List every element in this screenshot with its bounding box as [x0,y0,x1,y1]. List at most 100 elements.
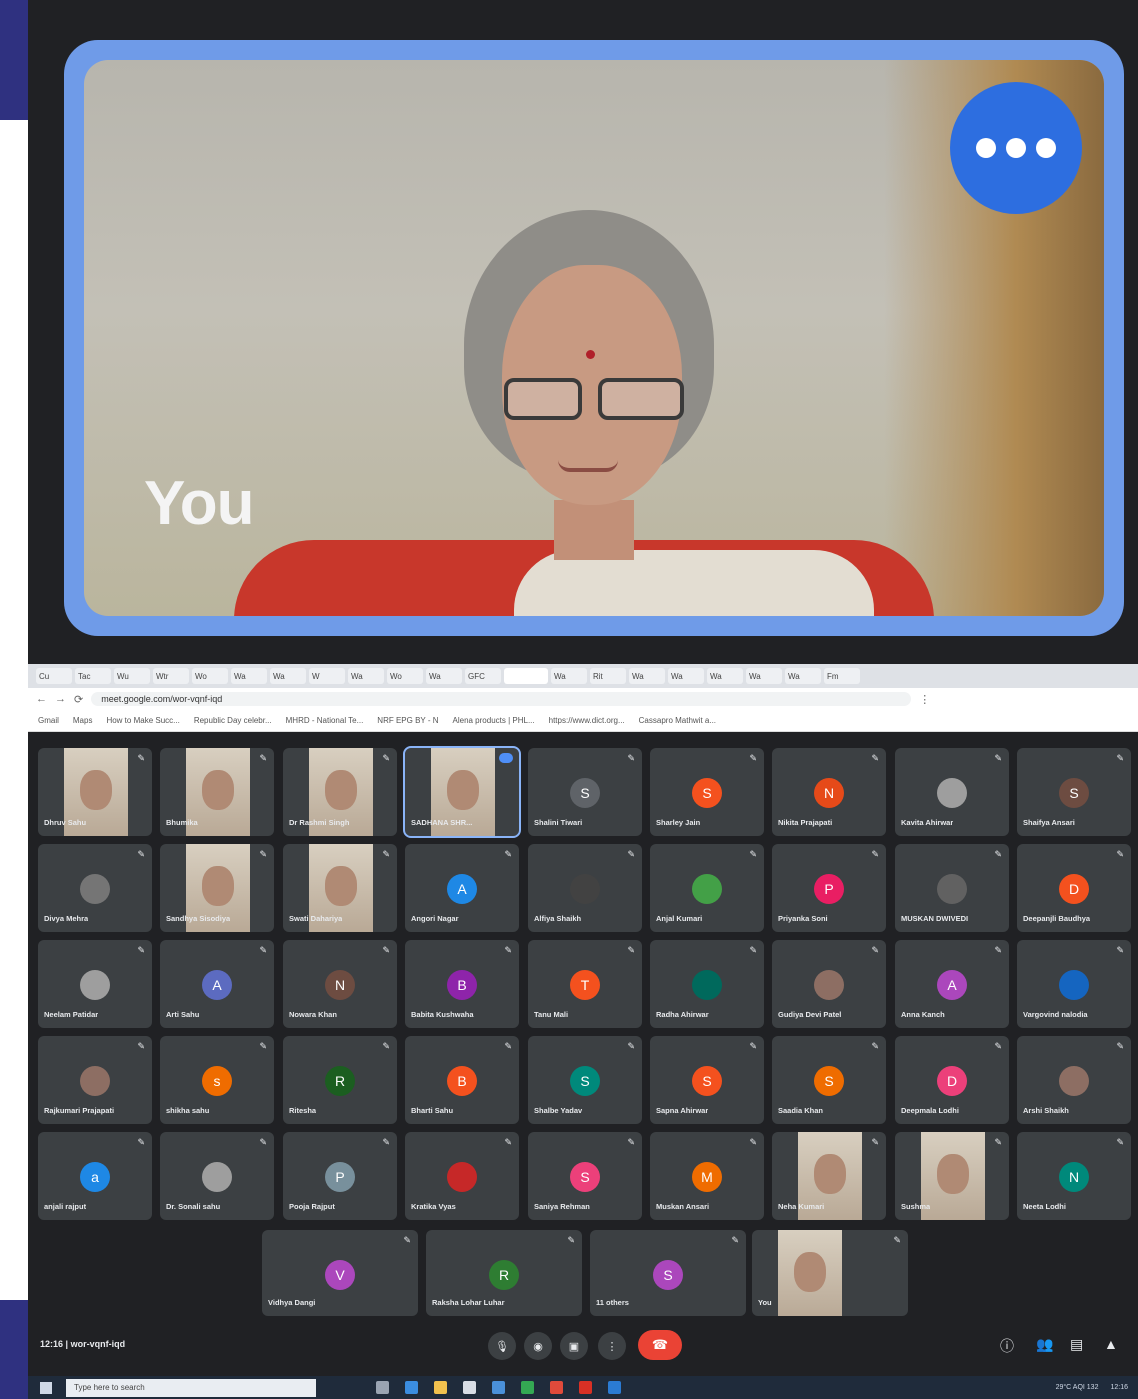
participant-tile[interactable]: ✎ Neelam Patidar [38,940,152,1028]
participant-tile[interactable]: ✎ Dhruv Sahu [38,748,152,836]
participant-tile[interactable]: ✎ Dr. Sonali sahu [160,1132,274,1220]
store-icon[interactable] [463,1381,476,1394]
people-icon[interactable]: 👥 [1036,1336,1053,1353]
participant-tile[interactable]: ✎ Dr Rashmi Singh [283,748,397,836]
camera-button[interactable]: ◉ [524,1332,552,1360]
participant-tile[interactable]: R ✎ Ritesha [283,1036,397,1124]
participant-tile[interactable]: N ✎ Neeta Lodhi [1017,1132,1131,1220]
participant-tile[interactable]: R ✎ Raksha Lohar Luhar [426,1230,582,1316]
bookmark-item[interactable]: Cassapro Mathwit a... [639,716,716,725]
bookmark-item[interactable]: https://www.dict.org... [549,716,625,725]
browser-tab[interactable]: Wa [707,668,743,684]
browser-tab[interactable]: Tac [75,668,111,684]
browser-tab[interactable]: Wtr [153,668,189,684]
participant-tile[interactable]: A ✎ Angori Nagar [405,844,519,932]
participant-tile[interactable]: ✎SADHANA SHR... [403,746,521,838]
browser-tab[interactable]: Rit [590,668,626,684]
participant-tile[interactable]: A ✎ Anna Kanch [895,940,1009,1028]
participant-tile[interactable]: s ✎ shikha sahu [160,1036,274,1124]
forward-icon[interactable]: → [55,693,66,705]
mail-icon[interactable] [492,1381,505,1394]
browser-tab[interactable]: Wu [114,668,150,684]
browser-tab[interactable]: Cu [36,668,72,684]
participant-tile[interactable]: D ✎ Deepmala Lodhi [895,1036,1009,1124]
file-explorer-icon[interactable] [434,1381,447,1394]
participant-tile[interactable]: ✎ Gudiya Devi Patel [772,940,886,1028]
participant-tile[interactable]: ✎ Neha Kumari [772,1132,886,1220]
leave-call-button[interactable]: ☎ [638,1330,682,1360]
participant-tile[interactable]: S ✎ Saniya Rehman [528,1132,642,1220]
browser-tab[interactable]: GFC [465,668,501,684]
participant-tile[interactable]: ✎ Anjal Kumari [650,844,764,932]
taskbar-search[interactable]: Type here to search [66,1378,316,1397]
bookmark-item[interactable]: MHRD - National Te... [286,716,364,725]
microphone-button[interactable]: 🎙 [488,1332,516,1360]
photos-icon[interactable] [608,1381,621,1394]
chrome-icon[interactable] [521,1381,534,1394]
participant-tile[interactable]: T ✎ Tanu Mali [528,940,642,1028]
browser-tab[interactable]: Fm [824,668,860,684]
bookmark-item[interactable]: Alena products | PHL... [453,716,535,725]
weather-readout[interactable]: 29°C AQI 132 [1056,1384,1099,1391]
participant-tile[interactable]: ✎ Divya Mehra [38,844,152,932]
participant-tile[interactable]: B ✎ Bharti Sahu [405,1036,519,1124]
participant-tile[interactable]: S ✎ Shalini Tiwari [528,748,642,836]
clock[interactable]: 12:16 [1110,1384,1128,1391]
participant-tile[interactable]: ✎ Alfiya Shaikh [528,844,642,932]
participant-tile[interactable]: S ✎ Shaifya Ansari [1017,748,1131,836]
participant-tile[interactable]: D ✎ Deepanjli Baudhya [1017,844,1131,932]
participant-tile[interactable]: A ✎ Arti Sahu [160,940,274,1028]
participant-tile[interactable]: ✎ You [752,1230,908,1316]
info-icon[interactable]: ⓘ [1000,1336,1014,1356]
participant-tile[interactable]: ✎ Bhumika [160,748,274,836]
url-field[interactable]: meet.google.com/wor-vqnf-iqd [91,692,912,706]
browser-tab[interactable]: Wa [348,668,384,684]
bookmark-item[interactable]: Maps [73,716,93,725]
participant-tile[interactable]: S ✎ Sapna Ahirwar [650,1036,764,1124]
extensions-icon[interactable]: ⋮ [919,693,930,706]
present-screen-button[interactable]: ▣ [560,1332,588,1360]
participant-tile[interactable]: M ✎ Muskan Ansari [650,1132,764,1220]
acrobat-icon[interactable] [579,1381,592,1394]
participant-tile[interactable]: ✎ Rajkumari Prajapati [38,1036,152,1124]
participant-tile[interactable]: N ✎ Nowara Khan [283,940,397,1028]
browser-tab[interactable]: Wa [426,668,462,684]
participant-tile[interactable]: ✎ Arshi Shaikh [1017,1036,1131,1124]
browser-tab[interactable]: Wa [551,668,587,684]
participant-tile[interactable]: a ✎ anjali rajput [38,1132,152,1220]
participant-tile[interactable]: V ✎ Vidhya Dangi [262,1230,418,1316]
browser-tab[interactable]: Wa [785,668,821,684]
participant-tile[interactable]: P ✎ Priyanka Soni [772,844,886,932]
task-view-icon[interactable] [376,1381,389,1394]
bookmark-item[interactable]: Gmail [38,716,59,725]
browser-tab[interactable]: Wa [629,668,665,684]
browser-tab[interactable]: Wa [270,668,306,684]
participant-tile[interactable]: ✎ Vargovind nalodia [1017,940,1131,1028]
chat-icon[interactable]: ▤ [1070,1336,1083,1353]
participant-tile[interactable]: S ✎ Sharley Jain [650,748,764,836]
browser-tab[interactable]: Wa [231,668,267,684]
browser-tab[interactable]: Wo [192,668,228,684]
bookmark-item[interactable]: How to Make Succ... [106,716,179,725]
participant-tile[interactable]: S ✎ Shalbe Yadav [528,1036,642,1124]
browser-tab[interactable]: W [309,668,345,684]
more-options-button[interactable] [950,82,1082,214]
participant-tile[interactable]: ✎ Sushma [895,1132,1009,1220]
browser-tab[interactable]: Wa [746,668,782,684]
participant-tile[interactable]: P ✎ Pooja Rajput [283,1132,397,1220]
back-icon[interactable]: ← [36,693,47,705]
activities-icon[interactable]: ▲ [1104,1336,1118,1352]
participant-tile[interactable]: ✎ Kratika Vyas [405,1132,519,1220]
edge-icon[interactable] [405,1381,418,1394]
bookmark-item[interactable]: NRF EPG BY - N [377,716,438,725]
bookmark-item[interactable]: Republic Day celebr... [194,716,272,725]
more-options-bar-button[interactable]: ⋮ [598,1332,626,1360]
browser-tab[interactable]: Wa [668,668,704,684]
participant-tile[interactable]: ✎ MUSKAN DWIVEDI [895,844,1009,932]
browser-tab[interactable] [504,668,548,684]
participant-tile[interactable]: ✎ Kavita Ahirwar [895,748,1009,836]
participant-tile[interactable]: N ✎ Nikita Prajapati [772,748,886,836]
participant-tile[interactable]: S ✎ 11 others [590,1230,746,1316]
reload-icon[interactable]: ⟳ [74,693,83,706]
windows-start-icon[interactable] [40,1381,52,1394]
